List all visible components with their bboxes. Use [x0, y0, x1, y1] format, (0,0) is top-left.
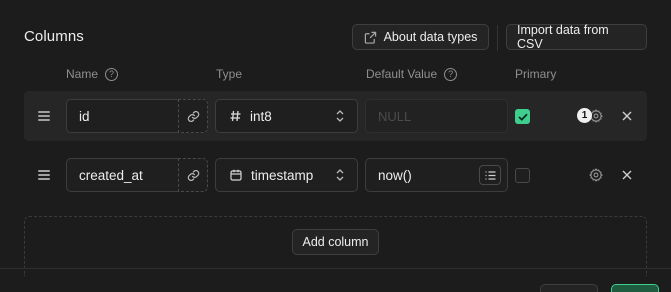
drag-handle-icon[interactable]: [38, 170, 50, 182]
link-icon: [187, 110, 199, 122]
link-icon: [187, 169, 199, 181]
column-row: id int8 NULL 1: [24, 91, 647, 141]
column-header-type: Type: [216, 67, 242, 81]
column-header-primary-label: Primary: [515, 67, 557, 81]
calendar-icon: [230, 169, 242, 181]
columns-panel: Columns About data types Import data fro…: [0, 0, 671, 292]
hash-icon: [230, 110, 241, 122]
default-value-input[interactable]: now(): [365, 158, 508, 192]
foreign-key-link-button[interactable]: [178, 158, 208, 192]
footer-divider: [0, 268, 671, 269]
column-name-input[interactable]: id: [66, 99, 179, 133]
help-icon[interactable]: ?: [105, 67, 119, 81]
about-data-types-button[interactable]: About data types: [352, 24, 489, 50]
column-header-primary: Primary: [515, 67, 556, 81]
column-name-input[interactable]: created_at: [66, 158, 179, 192]
foreign-key-link-button[interactable]: [178, 99, 208, 133]
column-type-label: int8: [250, 108, 272, 124]
default-value-text: now(): [378, 167, 412, 183]
help-icon[interactable]: ?: [444, 67, 458, 81]
import-csv-label: Import data from CSV: [517, 23, 609, 51]
default-value-input: NULL: [365, 99, 508, 133]
header-divider: [497, 25, 498, 51]
list-icon: [485, 170, 495, 180]
chevron-up-down-icon: [336, 110, 344, 122]
section-title: Columns: [24, 28, 84, 45]
column-header-default: Default Value ?: [366, 67, 458, 81]
chevron-up-down-icon: [336, 169, 344, 181]
import-csv-button[interactable]: Import data from CSV: [506, 23, 647, 51]
primary-key-checkbox[interactable]: [515, 109, 530, 124]
column-type-label: timestamp: [251, 167, 313, 183]
column-header-default-label: Default Value: [366, 67, 438, 81]
column-type-select[interactable]: timestamp: [215, 158, 358, 192]
count-badge: 1: [577, 108, 592, 123]
close-icon[interactable]: [622, 170, 632, 180]
save-button[interactable]: [611, 284, 659, 292]
cancel-button[interactable]: [540, 284, 598, 292]
drag-handle-icon[interactable]: [38, 111, 50, 123]
close-icon[interactable]: [622, 111, 632, 121]
external-link-icon: [364, 31, 376, 44]
column-type-select[interactable]: int8: [215, 99, 358, 133]
add-column-button[interactable]: Add column: [292, 229, 379, 255]
column-row: created_at timestamp now(): [24, 150, 647, 200]
about-data-types-label: About data types: [383, 30, 478, 44]
primary-key-checkbox[interactable]: [515, 168, 530, 183]
gear-icon[interactable]: [589, 168, 603, 182]
column-header-name-label: Name: [66, 67, 99, 81]
column-header-type-label: Type: [216, 67, 243, 81]
column-header-name: Name ?: [66, 67, 119, 81]
check-icon: [517, 113, 528, 121]
suggestions-button[interactable]: [479, 165, 501, 185]
